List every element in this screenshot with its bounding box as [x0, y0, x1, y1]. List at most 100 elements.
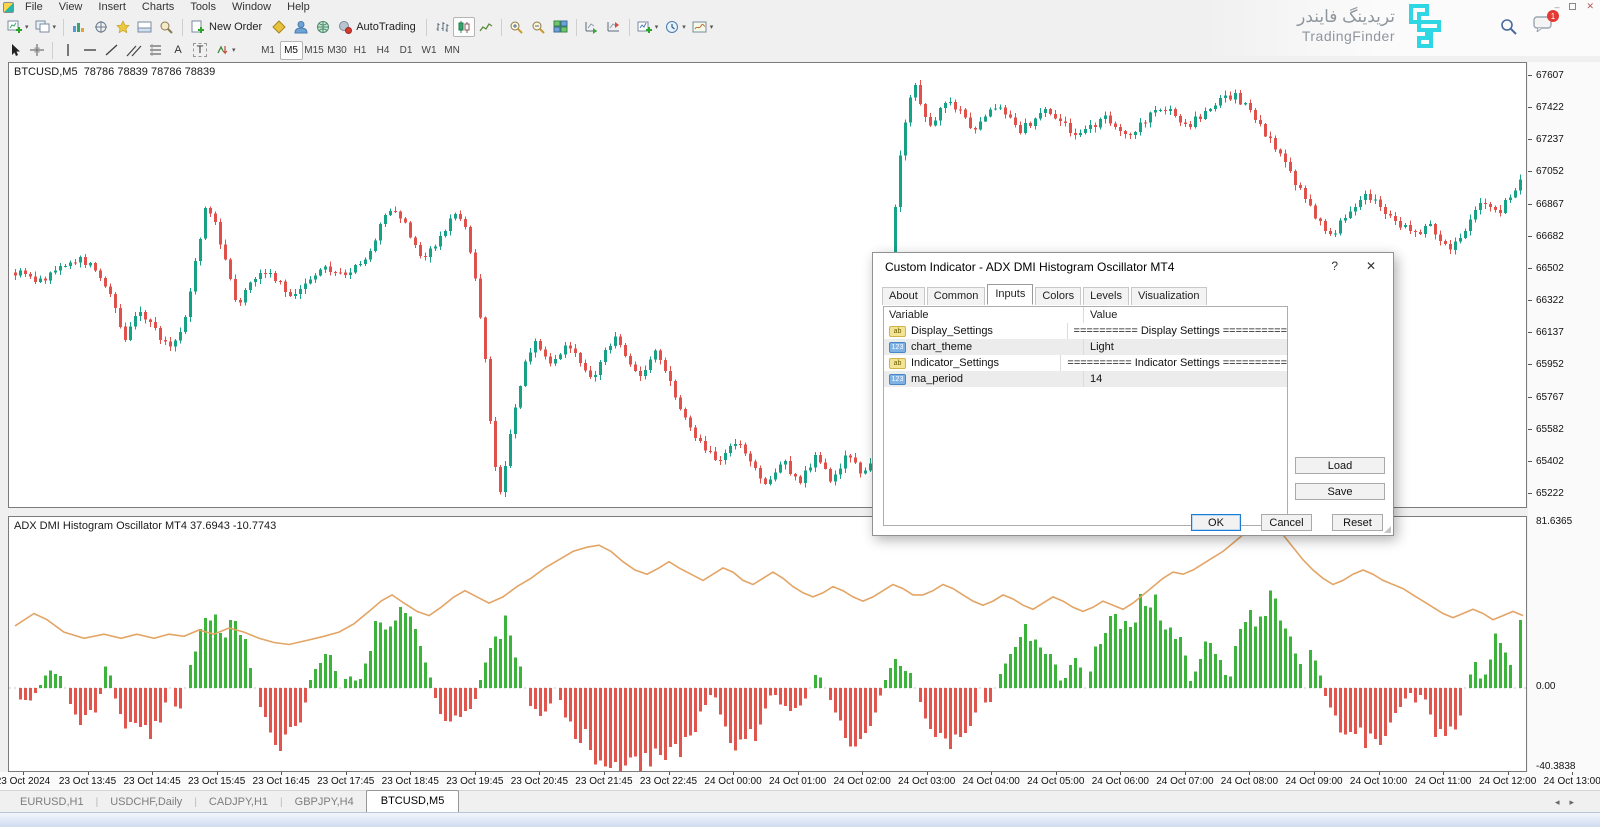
- dialog-tab-colors[interactable]: Colors: [1035, 287, 1081, 305]
- tab-scroll-left-icon[interactable]: ◂: [1555, 797, 1560, 808]
- dialog-tab-levels[interactable]: Levels: [1083, 287, 1129, 305]
- param-name: ma_period: [911, 373, 963, 385]
- menu-file[interactable]: File: [17, 0, 51, 14]
- text-tool-button[interactable]: A: [167, 40, 189, 60]
- fibonacci-button[interactable]: [145, 40, 167, 60]
- param-value[interactable]: ========== Indicator Settings ==========: [1061, 357, 1287, 369]
- timeframe-w1[interactable]: W1: [418, 41, 441, 60]
- indicators-button[interactable]: ▾: [634, 17, 662, 37]
- templates-button[interactable]: ▾: [689, 17, 717, 37]
- menu-help[interactable]: Help: [279, 0, 318, 14]
- ok-button[interactable]: OK: [1191, 514, 1241, 531]
- menu-window[interactable]: Window: [224, 0, 279, 14]
- new-order-button[interactable]: New Order: [187, 17, 268, 37]
- auto-scroll-button[interactable]: [581, 17, 603, 37]
- autotrading-button[interactable]: AutoTrading: [334, 17, 422, 37]
- search-icon[interactable]: [1500, 18, 1517, 35]
- strategy-tester-button[interactable]: [156, 17, 178, 37]
- dialog-tab-visualization[interactable]: Visualization: [1131, 287, 1207, 305]
- menu-insert[interactable]: Insert: [90, 0, 134, 14]
- chart-tab-btcusd-m5[interactable]: BTCUSD,M5: [366, 790, 460, 812]
- price-tick-dash: [1528, 75, 1532, 76]
- dialog-tab-about[interactable]: About: [882, 287, 925, 305]
- vertical-line-button[interactable]: [57, 40, 79, 60]
- cancel-button[interactable]: Cancel: [1261, 514, 1312, 531]
- terminal-button[interactable]: [134, 17, 156, 37]
- tile-windows-button[interactable]: [550, 17, 572, 37]
- dialog-close-button[interactable]: ✕: [1366, 259, 1376, 273]
- horizontal-line-button[interactable]: [79, 40, 101, 60]
- param-value[interactable]: 14: [1084, 373, 1287, 385]
- tradingfinder-logo-icon: [1405, 4, 1445, 48]
- new-chart-button[interactable]: ▾: [4, 17, 32, 37]
- dialog-resize-grip[interactable]: [1384, 526, 1391, 533]
- tab-scroll-right-icon[interactable]: ▸: [1569, 797, 1574, 808]
- trendline-button[interactable]: [101, 40, 123, 60]
- dialog-tabs: AboutCommonInputsColorsLevelsVisualizati…: [882, 284, 1209, 305]
- dialog-help-button[interactable]: ?: [1331, 259, 1338, 273]
- menu-view[interactable]: View: [51, 0, 91, 14]
- navigator-button[interactable]: [112, 17, 134, 37]
- data-window-button[interactable]: [90, 17, 112, 37]
- timeframe-m5[interactable]: M5: [280, 41, 303, 60]
- menu-tools[interactable]: Tools: [182, 0, 224, 14]
- dialog-title: Custom Indicator - ADX DMI Histogram Osc…: [873, 253, 1393, 280]
- param-row[interactable]: 123ma_period14: [884, 371, 1287, 387]
- toolbar-separator: [182, 19, 183, 36]
- chart-tab-gbpjpy-h4[interactable]: GBPJPY,H4: [283, 793, 366, 812]
- data-window-icon: [93, 20, 109, 34]
- vertical-line-icon: [60, 43, 76, 57]
- metaeditor-button[interactable]: [268, 17, 290, 37]
- label-tool-button[interactable]: T: [189, 40, 211, 60]
- menu-charts[interactable]: Charts: [134, 0, 182, 14]
- time-tick-mark: [23, 772, 24, 775]
- timeframe-h4[interactable]: H4: [372, 41, 395, 60]
- scripts-button[interactable]: [312, 17, 334, 37]
- arrows-button[interactable]: ▾: [211, 40, 239, 60]
- price-tick-label: 66502: [1536, 263, 1564, 274]
- dialog-tab-inputs[interactable]: Inputs: [987, 284, 1033, 305]
- timeframes-toolbar: M1M5M15M30H1H4D1W1MN: [257, 41, 464, 60]
- zoom-out-button[interactable]: [528, 17, 550, 37]
- tile-windows-icon: [553, 20, 569, 34]
- timeframe-m1[interactable]: M1: [257, 41, 280, 60]
- chart-tab-eurusd-h1[interactable]: EURUSD,H1: [8, 793, 96, 812]
- brand-latin-text: TradingFinder: [1297, 27, 1395, 45]
- periods-button[interactable]: ▾: [661, 17, 689, 37]
- market-watch-button[interactable]: [68, 17, 90, 37]
- indicator-canvas[interactable]: [9, 517, 1526, 771]
- reset-button[interactable]: Reset: [1332, 514, 1383, 531]
- param-value[interactable]: Light: [1084, 341, 1287, 353]
- candlestick-type-button[interactable]: [453, 17, 475, 37]
- chart-shift-button[interactable]: [603, 17, 625, 37]
- save-button[interactable]: Save: [1295, 483, 1385, 500]
- chart-tab-usdchf-daily[interactable]: USDCHF,Daily: [98, 793, 194, 812]
- chat-button[interactable]: 1: [1533, 15, 1553, 37]
- profiles-button[interactable]: ▾: [32, 17, 60, 37]
- expert-advisors-button[interactable]: [290, 17, 312, 37]
- param-value[interactable]: ========== Display Settings ==========: [1068, 325, 1287, 337]
- param-row[interactable]: 123chart_themeLight: [884, 339, 1287, 355]
- bar-chart-type-button[interactable]: [431, 17, 453, 37]
- param-row[interactable]: abDisplay_Settings========== Display Set…: [884, 323, 1287, 339]
- chevron-down-icon: ▾: [682, 23, 686, 31]
- timeframe-m30[interactable]: M30: [326, 41, 349, 60]
- cursor-button[interactable]: [4, 40, 26, 60]
- restore-button[interactable]: [1569, 3, 1576, 10]
- timeframe-d1[interactable]: D1: [395, 41, 418, 60]
- time-tick-mark: [991, 772, 992, 775]
- line-chart-type-button[interactable]: [475, 17, 497, 37]
- load-button[interactable]: Load: [1295, 457, 1385, 474]
- dialog-tab-common[interactable]: Common: [927, 287, 986, 305]
- chart-tab-cadjpy-h1[interactable]: CADJPY,H1: [197, 793, 280, 812]
- timeframe-m15[interactable]: M15: [303, 41, 326, 60]
- crosshair-button[interactable]: [26, 40, 48, 60]
- inputs-table-header: Variable Value: [884, 307, 1287, 323]
- zoom-in-button[interactable]: [506, 17, 528, 37]
- timeframe-h1[interactable]: H1: [349, 41, 372, 60]
- channel-button[interactable]: [123, 40, 145, 60]
- param-row[interactable]: abIndicator_Settings========== Indicator…: [884, 355, 1287, 371]
- close-button[interactable]: ✕: [1586, 1, 1594, 12]
- time-tick-mark: [1056, 772, 1057, 775]
- timeframe-mn[interactable]: MN: [441, 41, 464, 60]
